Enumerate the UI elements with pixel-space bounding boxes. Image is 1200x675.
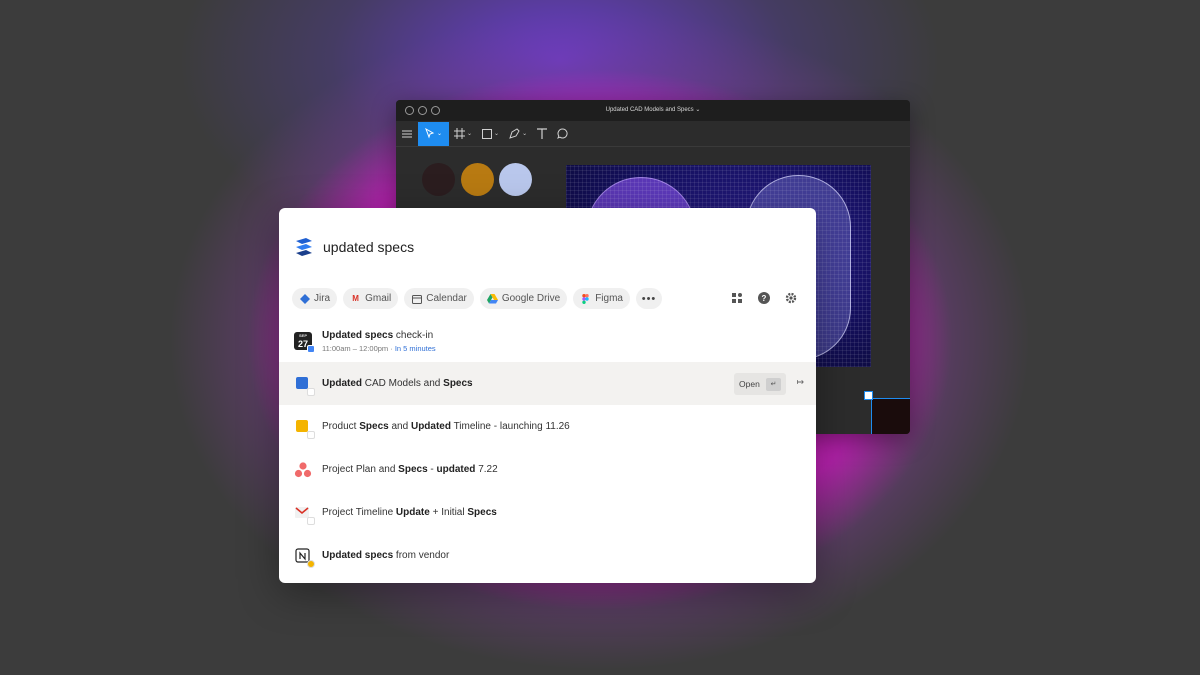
color-swatch[interactable]	[422, 163, 455, 196]
result-item[interactable]: Project Plan and Specs - updated 7.22	[279, 448, 816, 491]
more-filters-button[interactable]: •••	[636, 288, 662, 309]
filter-label: Gmail	[365, 293, 392, 304]
result-item[interactable]: Product Specs and Updated Timeline - lau…	[279, 405, 816, 448]
menu-icon[interactable]	[396, 122, 418, 146]
search-palette: Jira M Gmail Calendar Google Drive Figma…	[279, 208, 816, 583]
filter-chip-jira[interactable]: Jira	[292, 288, 338, 309]
result-title: Project Plan and Specs - updated 7.22	[322, 464, 498, 475]
event-time: 11:00am – 12:00pm ·	[322, 343, 395, 353]
frame-tool-button[interactable]: ⌄	[449, 122, 477, 146]
result-subtitle: 11:00am – 12:00pm · In 5 minutes	[322, 344, 436, 353]
search-row	[293, 236, 623, 258]
open-label: Open	[739, 379, 760, 389]
text-icon	[537, 128, 548, 139]
move-tool-button[interactable]: ⌄	[418, 121, 449, 146]
result-item[interactable]: Updated specs from vendor	[279, 534, 816, 577]
resize-handle[interactable]	[864, 391, 873, 400]
figma-file-title[interactable]: Updated CAD Models and Specs ⌄	[396, 100, 910, 121]
open-in-app-icon[interactable]: ↦	[796, 377, 804, 388]
palette-actions: ?	[730, 291, 798, 305]
gmail-message-icon	[294, 504, 315, 525]
filter-label: Figma	[595, 293, 623, 304]
result-item[interactable]: Project Timeline Update + Initial Specs	[279, 491, 816, 534]
notion-icon	[294, 547, 315, 568]
result-title: Product Specs and Updated Timeline - lau…	[322, 421, 570, 432]
result-item-selected[interactable]: Updated CAD Models and Specs Open ↵ ↦	[279, 362, 816, 405]
figma-titlebar: Updated CAD Models and Specs ⌄	[396, 100, 910, 121]
source-filters: Jira M Gmail Calendar Google Drive Figma…	[292, 288, 662, 309]
filter-chip-gmail[interactable]: M Gmail	[343, 288, 399, 309]
filter-label: Calendar	[426, 293, 467, 304]
search-results: SEP 27 Updated specs check-in 11:00am – …	[279, 320, 816, 577]
calendar-month: SEP	[298, 333, 307, 338]
shape-tool-button[interactable]: ⌄	[477, 122, 504, 146]
google-slides-icon	[294, 418, 315, 439]
google-drive-icon	[486, 293, 498, 304]
calendar-icon	[411, 293, 422, 304]
enter-key-hint: ↵	[766, 377, 781, 391]
selected-frame[interactable]	[871, 398, 910, 434]
filter-label: Google Drive	[501, 293, 561, 304]
pen-icon	[509, 128, 520, 139]
result-title: Project Timeline Update + Initial Specs	[322, 507, 497, 518]
gmail-icon: M	[352, 294, 359, 303]
apps-grid-icon[interactable]	[730, 291, 744, 305]
filter-chip-calendar[interactable]: Calendar	[404, 288, 474, 309]
calendar-event-icon: SEP 27	[294, 332, 315, 353]
search-input[interactable]	[323, 239, 623, 255]
frame-icon	[454, 128, 465, 139]
jira-icon	[299, 293, 310, 304]
filter-chip-google-drive[interactable]: Google Drive	[479, 288, 568, 309]
figma-file-icon	[294, 375, 315, 396]
open-button[interactable]: Open ↵	[734, 373, 786, 395]
figma-toolbar: ⌄ ⌄ ⌄ ⌄	[396, 121, 910, 147]
filter-chip-figma[interactable]: Figma	[573, 288, 630, 309]
rectangle-icon	[482, 128, 493, 139]
pen-tool-button[interactable]: ⌄	[504, 122, 532, 146]
result-title: Updated specs from vendor	[322, 550, 450, 561]
cursor-icon	[425, 128, 435, 139]
app-logo-icon	[296, 238, 312, 256]
filter-label: Jira	[314, 293, 331, 304]
result-title: Updated specs check-in	[322, 329, 434, 341]
comment-icon	[557, 128, 568, 139]
comment-tool-button[interactable]	[552, 122, 573, 146]
color-swatch[interactable]	[461, 163, 494, 196]
event-starts-in: In 5 minutes	[394, 343, 436, 353]
asana-icon	[294, 461, 312, 479]
result-item-calendar-event[interactable]: SEP 27 Updated specs check-in 11:00am – …	[279, 320, 816, 362]
svg-text:?: ?	[762, 294, 767, 303]
text-tool-button[interactable]	[532, 122, 552, 146]
result-title: Updated CAD Models and Specs	[322, 378, 473, 389]
settings-gear-icon[interactable]	[784, 291, 798, 305]
color-swatch[interactable]	[499, 163, 532, 196]
figma-icon	[580, 293, 591, 304]
help-icon[interactable]: ?	[757, 291, 771, 305]
